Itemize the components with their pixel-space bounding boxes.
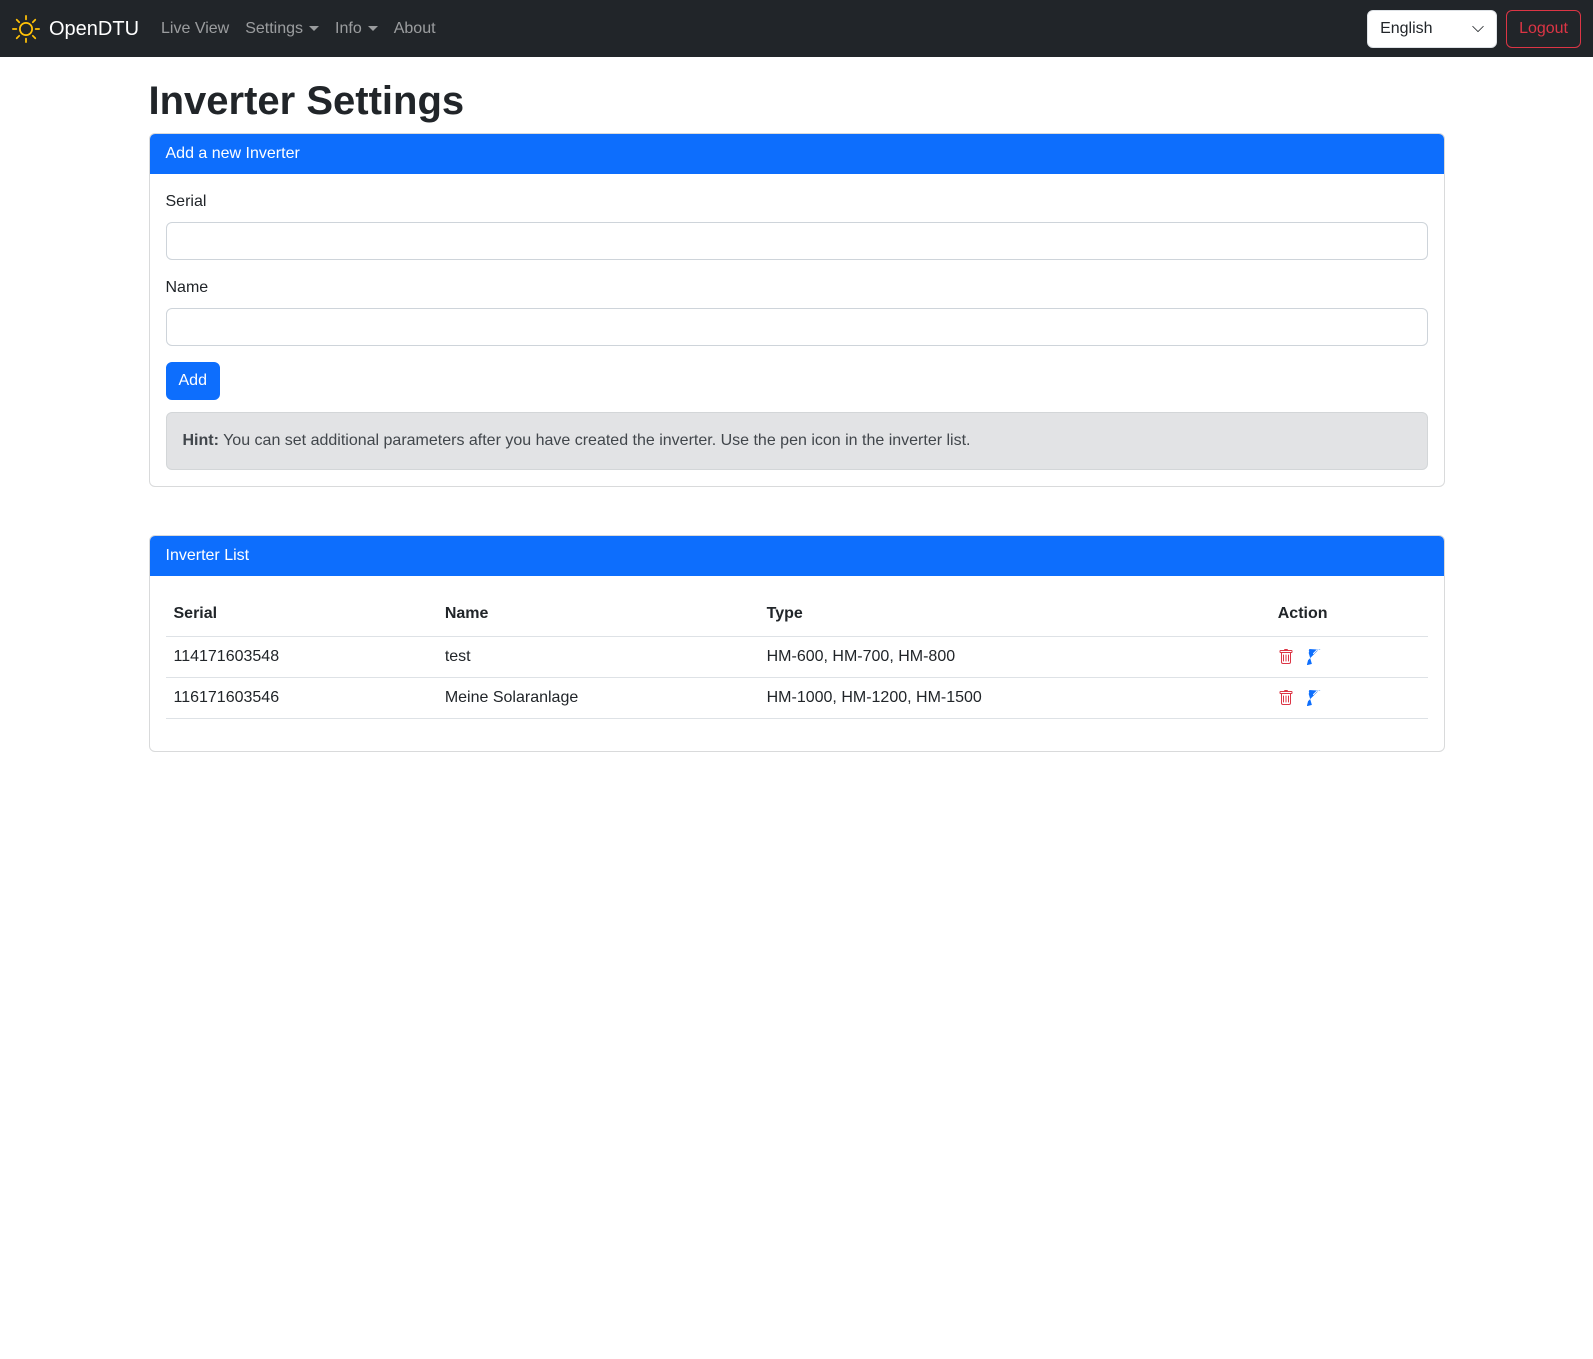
add-inverter-card-header: Add a new Inverter [150,134,1444,174]
inverter-table: Serial Name Type Action 114171603548 tes… [166,592,1428,719]
column-header-serial: Serial [166,592,437,637]
column-header-action: Action [1270,592,1428,637]
table-row: 116171603546 Meine Solaranlage HM-1000, … [166,678,1428,719]
nav-item-label: Live View [161,20,229,37]
cell-name: test [437,637,759,678]
hint-alert-prefix: Hint: [183,432,219,449]
cell-serial: 114171603548 [166,637,437,678]
trash-icon [1278,690,1294,706]
top-navbar: OpenDTU Live View Settings Info About En… [0,0,1593,57]
language-select-wrap: English [1367,10,1497,48]
nav-item-about[interactable]: About [386,9,444,49]
table-header-row: Serial Name Type Action [166,592,1428,637]
nav-item-label: About [394,20,436,37]
serial-label: Serial [166,190,207,214]
navbar-right: English Logout [1367,10,1581,48]
nav-item-label: Info [335,20,362,37]
main-nav: Live View Settings Info About [153,9,1367,49]
serial-input[interactable] [166,222,1428,260]
edit-inverter-button[interactable] [1307,690,1323,706]
hint-alert-text: You can set additional parameters after … [223,432,970,449]
nav-item-info[interactable]: Info [327,9,386,49]
add-inverter-card: Add a new Inverter Serial Name Add Hint:… [149,133,1445,487]
chevron-down-icon [309,26,319,31]
cell-name: Meine Solaranlage [437,678,759,719]
cell-type: HM-600, HM-700, HM-800 [759,637,1270,678]
delete-inverter-button[interactable] [1278,690,1294,706]
nav-item-label: Settings [245,20,303,37]
nav-item-settings[interactable]: Settings [237,9,327,49]
sun-icon [12,15,40,43]
pencil-icon [1307,649,1323,665]
inverter-list-card: Inverter List Serial Name Type Action [149,535,1445,752]
language-select[interactable]: English [1367,10,1497,48]
inverter-table-body: 114171603548 test HM-600, HM-700, HM-800 [166,637,1428,719]
hint-alert: Hint: You can set additional parameters … [166,412,1428,470]
delete-inverter-button[interactable] [1278,649,1294,665]
name-label: Name [166,276,209,300]
brand-link[interactable]: OpenDTU [12,14,139,44]
add-inverter-card-body: Serial Name Add Hint: You can set additi… [150,174,1444,486]
page-title: Inverter Settings [149,77,1445,125]
pencil-icon [1307,690,1323,706]
inverter-list-card-body: Serial Name Type Action 114171603548 tes… [150,576,1444,751]
logout-button[interactable]: Logout [1506,10,1581,48]
cell-action [1270,678,1428,719]
nav-item-live-view[interactable]: Live View [153,9,237,49]
edit-inverter-button[interactable] [1307,649,1323,665]
inverter-list-card-header: Inverter List [150,536,1444,576]
trash-icon [1278,649,1294,665]
main-content: Inverter Settings Add a new Inverter Ser… [137,77,1457,752]
brand-label: OpenDTU [49,14,139,44]
column-header-name: Name [437,592,759,637]
cell-serial: 116171603546 [166,678,437,719]
cell-action [1270,637,1428,678]
column-header-type: Type [759,592,1270,637]
name-input[interactable] [166,308,1428,346]
add-button[interactable]: Add [166,362,220,400]
chevron-down-icon [368,26,378,31]
cell-type: HM-1000, HM-1200, HM-1500 [759,678,1270,719]
table-row: 114171603548 test HM-600, HM-700, HM-800 [166,637,1428,678]
